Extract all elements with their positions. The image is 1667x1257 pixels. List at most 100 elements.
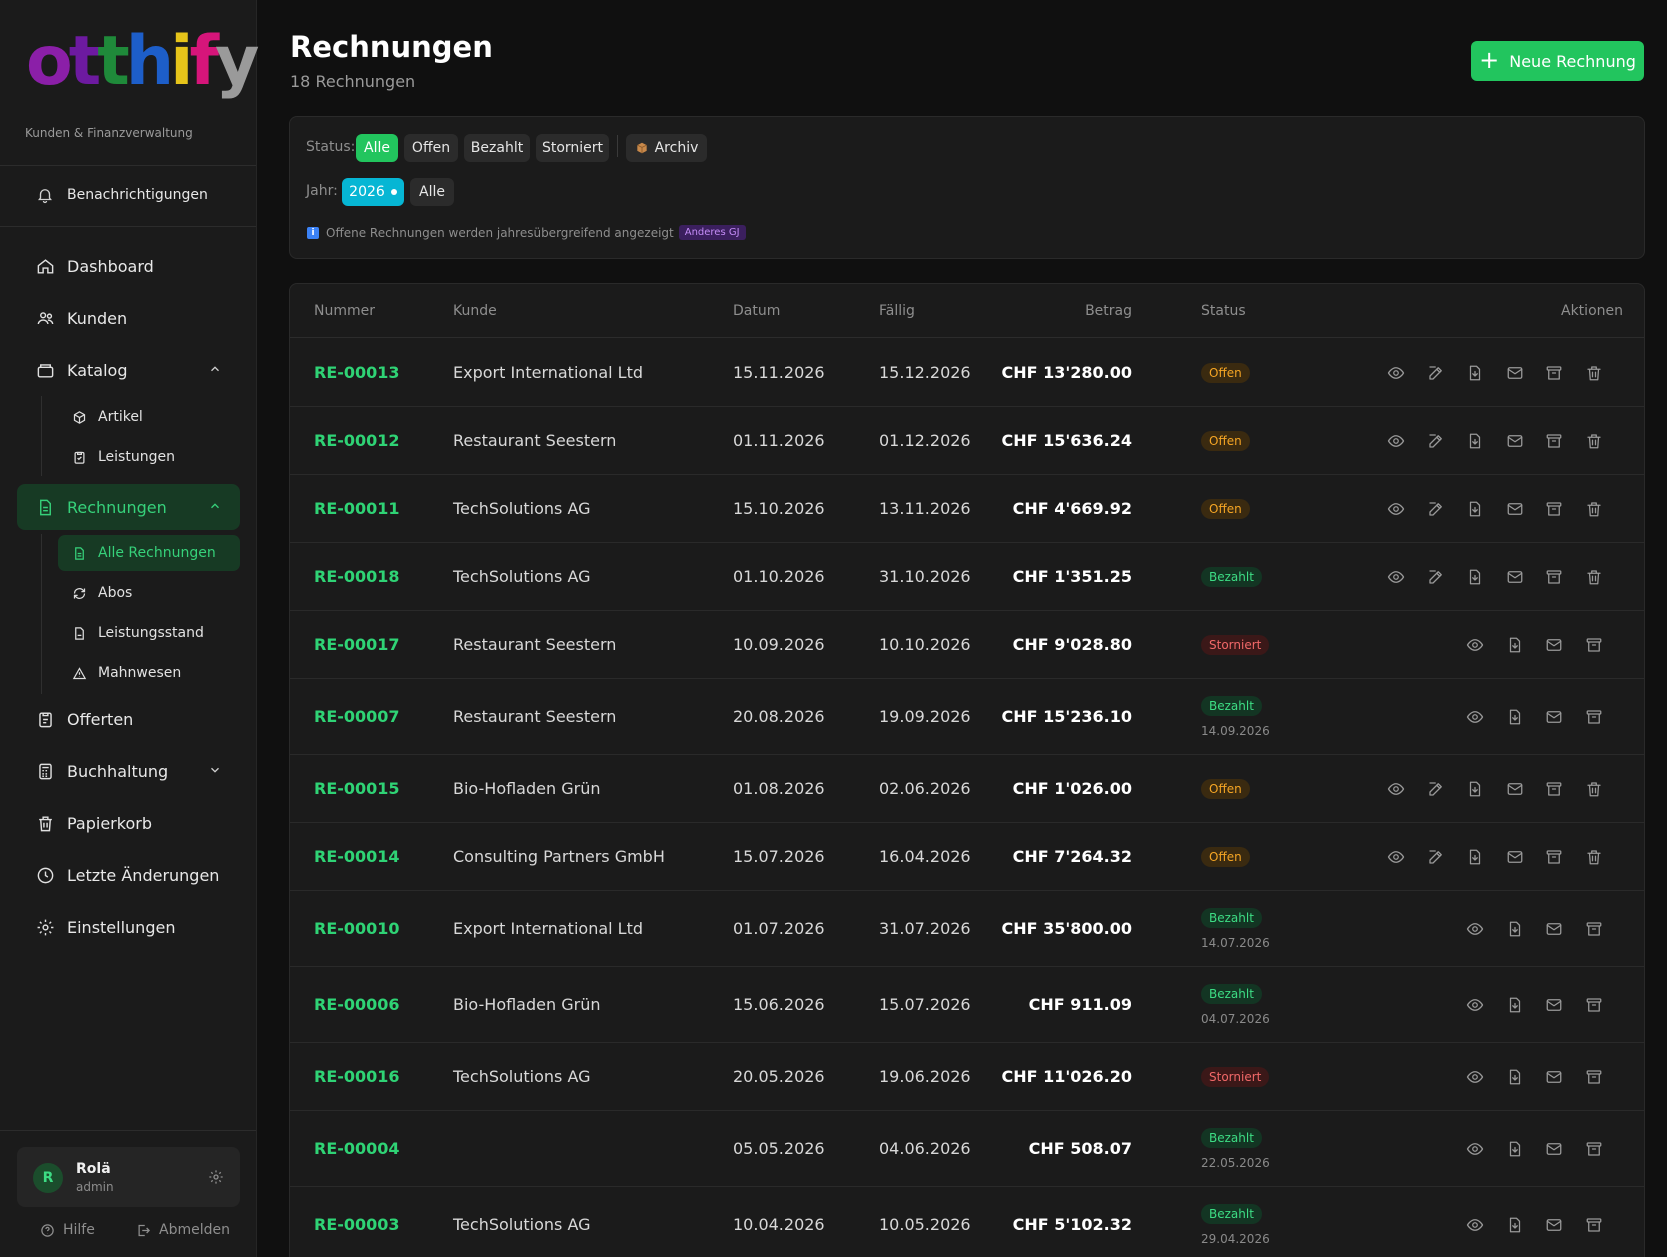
view-button[interactable]	[1386, 499, 1406, 519]
download-pdf-button[interactable]	[1465, 499, 1485, 519]
table-row[interactable]: RE-00004 05.05.2026 04.06.2026 CHF 508.07 Be…	[290, 1111, 1644, 1187]
table-row[interactable]: RE-00016 TechSolutions AG 20.05.2026 19.06.…	[290, 1043, 1644, 1111]
delete-button[interactable]	[1584, 363, 1604, 383]
edit-button[interactable]	[1426, 779, 1446, 799]
archive-button[interactable]	[1584, 1139, 1604, 1159]
column-header-betrag[interactable]: Betrag	[990, 303, 1132, 319]
view-button[interactable]	[1386, 363, 1406, 383]
send-email-button[interactable]	[1544, 1139, 1564, 1159]
year-filter-2026[interactable]: 2026	[342, 178, 404, 206]
status-filter-offen[interactable]: Offen	[404, 134, 458, 162]
view-button[interactable]	[1465, 995, 1485, 1015]
invoice-number-link[interactable]: RE-00007	[314, 707, 400, 726]
download-pdf-button[interactable]	[1465, 779, 1485, 799]
download-pdf-button[interactable]	[1505, 919, 1525, 939]
status-filter-bezahlt[interactable]: Bezahlt	[464, 134, 530, 162]
table-row[interactable]: RE-00018 TechSolutions AG 01.10.2026 31.10.…	[290, 543, 1644, 611]
sidebar-item-leistungsstand[interactable]: Leistungsstand	[58, 615, 240, 651]
send-email-button[interactable]	[1544, 995, 1564, 1015]
user-card[interactable]: R Rolä admin	[17, 1147, 240, 1207]
download-pdf-button[interactable]	[1465, 363, 1485, 383]
view-button[interactable]	[1386, 431, 1406, 451]
delete-button[interactable]	[1584, 431, 1604, 451]
send-email-button[interactable]	[1505, 431, 1525, 451]
table-row[interactable]: RE-00003 TechSolutions AG 10.04.2026 10.05.…	[290, 1187, 1644, 1257]
sidebar-item-kunden[interactable]: Kunden	[17, 295, 240, 341]
status-filter-alle[interactable]: Alle	[356, 134, 398, 162]
send-email-button[interactable]	[1505, 567, 1525, 587]
edit-button[interactable]	[1426, 847, 1446, 867]
download-pdf-button[interactable]	[1505, 1067, 1525, 1087]
send-email-button[interactable]	[1544, 1067, 1564, 1087]
download-pdf-button[interactable]	[1465, 567, 1485, 587]
download-pdf-button[interactable]	[1465, 847, 1485, 867]
view-button[interactable]	[1386, 847, 1406, 867]
table-row[interactable]: RE-00014 Consulting Partners GmbH 15.07.20…	[290, 823, 1644, 891]
archive-button[interactable]	[1584, 1067, 1604, 1087]
gear-icon[interactable]	[208, 1169, 224, 1185]
send-email-button[interactable]	[1505, 499, 1525, 519]
invoice-number-link[interactable]: RE-00015	[314, 779, 400, 798]
edit-button[interactable]	[1426, 499, 1446, 519]
invoice-number-link[interactable]: RE-00016	[314, 1067, 400, 1086]
sidebar-item-artikel[interactable]: Artikel	[58, 399, 240, 435]
download-pdf-button[interactable]	[1505, 1139, 1525, 1159]
delete-button[interactable]	[1584, 499, 1604, 519]
archive-button[interactable]	[1544, 567, 1564, 587]
invoice-number-link[interactable]: RE-00010	[314, 919, 400, 938]
send-email-button[interactable]	[1505, 779, 1525, 799]
sidebar-item-leistungen[interactable]: Leistungen	[58, 439, 240, 475]
view-button[interactable]	[1465, 1067, 1485, 1087]
sidebar-item-alle-rechnungen[interactable]: Alle Rechnungen	[58, 535, 240, 571]
new-invoice-button[interactable]: + Neue Rechnung	[1471, 41, 1644, 81]
year-filter-alle[interactable]: Alle	[410, 178, 454, 206]
archive-button[interactable]	[1544, 499, 1564, 519]
archive-filter-button[interactable]: Archiv	[626, 134, 707, 162]
invoice-number-link[interactable]: RE-00003	[314, 1215, 400, 1234]
send-email-button[interactable]	[1505, 363, 1525, 383]
invoice-number-link[interactable]: RE-00014	[314, 847, 400, 866]
archive-button[interactable]	[1544, 431, 1564, 451]
archive-button[interactable]	[1584, 995, 1604, 1015]
sidebar-item-einstellungen[interactable]: Einstellungen	[17, 904, 240, 950]
invoice-number-link[interactable]: RE-00004	[314, 1139, 400, 1158]
view-button[interactable]	[1465, 707, 1485, 727]
archive-button[interactable]	[1584, 919, 1604, 939]
download-pdf-button[interactable]	[1505, 1215, 1525, 1235]
column-header-nummer[interactable]: Nummer	[314, 303, 375, 319]
archive-button[interactable]	[1544, 363, 1564, 383]
view-button[interactable]	[1465, 1215, 1485, 1235]
sidebar-item-notifications[interactable]: Benachrichtigungen	[17, 172, 240, 218]
table-row[interactable]: RE-00006 Bio-Hofladen Grün 15.06.2026 15.07…	[290, 967, 1644, 1043]
invoice-number-link[interactable]: RE-00018	[314, 567, 400, 586]
archive-button[interactable]	[1584, 1215, 1604, 1235]
download-pdf-button[interactable]	[1505, 707, 1525, 727]
view-button[interactable]	[1386, 567, 1406, 587]
table-row[interactable]: RE-00013 Export International Ltd 15.11.20…	[290, 339, 1644, 407]
sidebar-item-abos[interactable]: Abos	[58, 575, 240, 611]
app-logo[interactable]: otthify	[26, 28, 259, 96]
table-row[interactable]: RE-00010 Export International Ltd 01.07.20…	[290, 891, 1644, 967]
status-filter-storniert[interactable]: Storniert	[536, 134, 609, 162]
table-row[interactable]: RE-00017 Restaurant Seestern 10.09.2026 10.…	[290, 611, 1644, 679]
edit-button[interactable]	[1426, 431, 1446, 451]
invoice-number-link[interactable]: RE-00013	[314, 363, 400, 382]
download-pdf-button[interactable]	[1505, 635, 1525, 655]
view-button[interactable]	[1386, 779, 1406, 799]
sidebar-item-letzte-aenderungen[interactable]: Letzte Änderungen	[17, 852, 240, 898]
send-email-button[interactable]	[1505, 847, 1525, 867]
invoice-number-link[interactable]: RE-00011	[314, 499, 400, 518]
archive-button[interactable]	[1544, 847, 1564, 867]
archive-button[interactable]	[1584, 635, 1604, 655]
sidebar-item-rechnungen[interactable]: Rechnungen	[17, 484, 240, 530]
view-button[interactable]	[1465, 919, 1485, 939]
sidebar-item-offerten[interactable]: Offerten	[17, 696, 240, 742]
invoice-number-link[interactable]: RE-00017	[314, 635, 400, 654]
table-row[interactable]: RE-00011 TechSolutions AG 15.10.2026 13.11.…	[290, 475, 1644, 543]
invoice-number-link[interactable]: RE-00006	[314, 995, 400, 1014]
help-link[interactable]: Hilfe	[40, 1222, 95, 1238]
edit-button[interactable]	[1426, 363, 1446, 383]
table-row[interactable]: RE-00012 Restaurant Seestern 01.11.2026 01.…	[290, 407, 1644, 475]
logout-link[interactable]: Abmelden	[136, 1222, 230, 1238]
table-row[interactable]: RE-00007 Restaurant Seestern 20.08.2026 19.…	[290, 679, 1644, 755]
